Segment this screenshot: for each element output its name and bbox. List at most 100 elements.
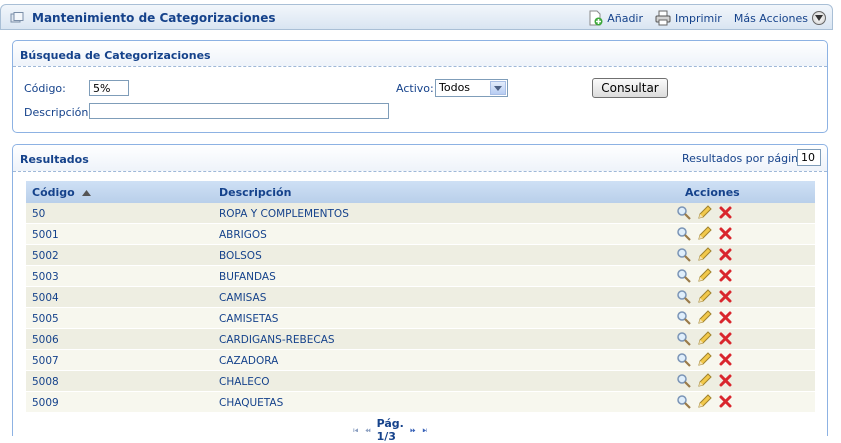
delete-icon[interactable] (718, 352, 733, 367)
search-panel: Búsqueda de Categorizaciones Código: Des… (12, 40, 828, 133)
sort-ascending-icon (81, 190, 91, 196)
code-input[interactable] (89, 80, 129, 96)
delete-icon[interactable] (718, 205, 733, 220)
row-description[interactable]: BOLSOS (219, 250, 262, 262)
view-icon[interactable] (676, 205, 691, 220)
more-actions-link[interactable]: Más Acciones (734, 12, 808, 25)
edit-icon[interactable] (697, 352, 712, 367)
results-panel: Resultados Resultados por página Código … (12, 144, 828, 443)
view-icon[interactable] (676, 352, 691, 367)
row-description[interactable]: BUFANDAS (219, 271, 276, 283)
edit-icon[interactable] (697, 394, 712, 409)
active-select-value: Todos (439, 81, 471, 94)
row-code[interactable]: 5004 (32, 292, 59, 304)
active-label: Activo: (396, 82, 434, 95)
view-icon[interactable] (676, 247, 691, 262)
delete-icon[interactable] (718, 310, 733, 325)
table-row: 5006 CARDIGANS-REBECAS (26, 329, 815, 350)
view-icon[interactable] (676, 310, 691, 325)
row-code[interactable]: 5006 (32, 334, 59, 346)
table-row: 5007 CAZADORA (26, 350, 815, 371)
row-description[interactable]: CHALECO (219, 376, 270, 388)
categories-icon (10, 12, 24, 23)
edit-icon[interactable] (697, 247, 712, 262)
add-icon[interactable] (587, 10, 603, 26)
table-header: Código Descripción Acciones (26, 181, 815, 203)
row-description[interactable]: CHAQUETAS (219, 397, 283, 409)
view-icon[interactable] (676, 226, 691, 241)
view-icon[interactable] (676, 394, 691, 409)
table-row: 5002 BOLSOS (26, 245, 815, 266)
row-actions (676, 331, 733, 346)
first-page-icon[interactable] (353, 427, 359, 433)
delete-icon[interactable] (718, 226, 733, 241)
chevron-down-icon[interactable] (812, 11, 826, 25)
row-description[interactable]: CAMISETAS (219, 313, 278, 325)
row-actions (676, 310, 733, 325)
row-code[interactable]: 5009 (32, 397, 59, 409)
row-code[interactable]: 5001 (32, 229, 59, 241)
window-actions: Añadir Imprimir Más Acciones (587, 10, 826, 26)
row-code[interactable]: 5003 (32, 271, 59, 283)
row-actions (676, 205, 733, 220)
edit-icon[interactable] (697, 205, 712, 220)
row-description[interactable]: CAMISAS (219, 292, 266, 304)
view-icon[interactable] (676, 373, 691, 388)
print-link[interactable]: Imprimir (675, 12, 722, 25)
row-code[interactable]: 5002 (32, 250, 59, 262)
row-actions (676, 394, 733, 409)
view-icon[interactable] (676, 289, 691, 304)
per-page-input[interactable] (797, 149, 821, 166)
row-actions (676, 268, 733, 283)
add-link[interactable]: Añadir (607, 12, 643, 25)
row-actions (676, 247, 733, 262)
results-panel-title: Resultados (20, 153, 89, 166)
delete-icon[interactable] (718, 247, 733, 262)
description-label: Descripción: (24, 106, 93, 119)
row-code[interactable]: 5008 (32, 376, 59, 388)
previous-page-icon[interactable] (365, 427, 371, 433)
row-actions (676, 352, 733, 367)
delete-icon[interactable] (718, 331, 733, 346)
column-header-actions: Acciones (685, 186, 740, 199)
dropdown-arrow-icon[interactable] (490, 81, 506, 95)
edit-icon[interactable] (697, 373, 712, 388)
edit-icon[interactable] (697, 268, 712, 283)
column-header-description[interactable]: Descripción (219, 186, 291, 199)
view-icon[interactable] (676, 331, 691, 346)
search-panel-header: Búsqueda de Categorizaciones (13, 41, 827, 67)
column-header-code[interactable]: Código (32, 186, 91, 199)
table-row: 5004 CAMISAS (26, 287, 815, 308)
table-row: 5005 CAMISETAS (26, 308, 815, 329)
delete-icon[interactable] (718, 289, 733, 304)
row-description[interactable]: CAZADORA (219, 355, 278, 367)
edit-icon[interactable] (697, 310, 712, 325)
window-titlebar: Mantenimiento de Categorizaciones Añadir… (0, 4, 833, 30)
consultar-button[interactable]: Consultar (592, 78, 668, 98)
delete-icon[interactable] (718, 373, 733, 388)
edit-icon[interactable] (697, 289, 712, 304)
row-code[interactable]: 50 (32, 208, 45, 220)
row-description[interactable]: ABRIGOS (219, 229, 267, 241)
active-select[interactable]: Todos (435, 79, 508, 97)
row-description[interactable]: CARDIGANS-REBECAS (219, 334, 335, 346)
delete-icon[interactable] (718, 394, 733, 409)
row-actions (676, 226, 733, 241)
row-actions (676, 289, 733, 304)
search-panel-title: Búsqueda de Categorizaciones (20, 49, 211, 62)
view-icon[interactable] (676, 268, 691, 283)
table-row: 5001 ABRIGOS (26, 224, 815, 245)
printer-icon[interactable] (655, 10, 671, 26)
page-indicator: Pág. 1/3 (376, 417, 404, 443)
delete-icon[interactable] (718, 268, 733, 283)
row-code[interactable]: 5005 (32, 313, 59, 325)
edit-icon[interactable] (697, 226, 712, 241)
edit-icon[interactable] (697, 331, 712, 346)
next-page-icon[interactable] (410, 427, 416, 433)
row-description[interactable]: ROPA Y COMPLEMENTOS (219, 208, 349, 220)
table-row: 5008 CHALECO (26, 371, 815, 392)
row-code[interactable]: 5007 (32, 355, 59, 367)
last-page-icon[interactable] (422, 427, 428, 433)
table-row: 5003 BUFANDAS (26, 266, 815, 287)
description-input[interactable] (89, 103, 389, 119)
